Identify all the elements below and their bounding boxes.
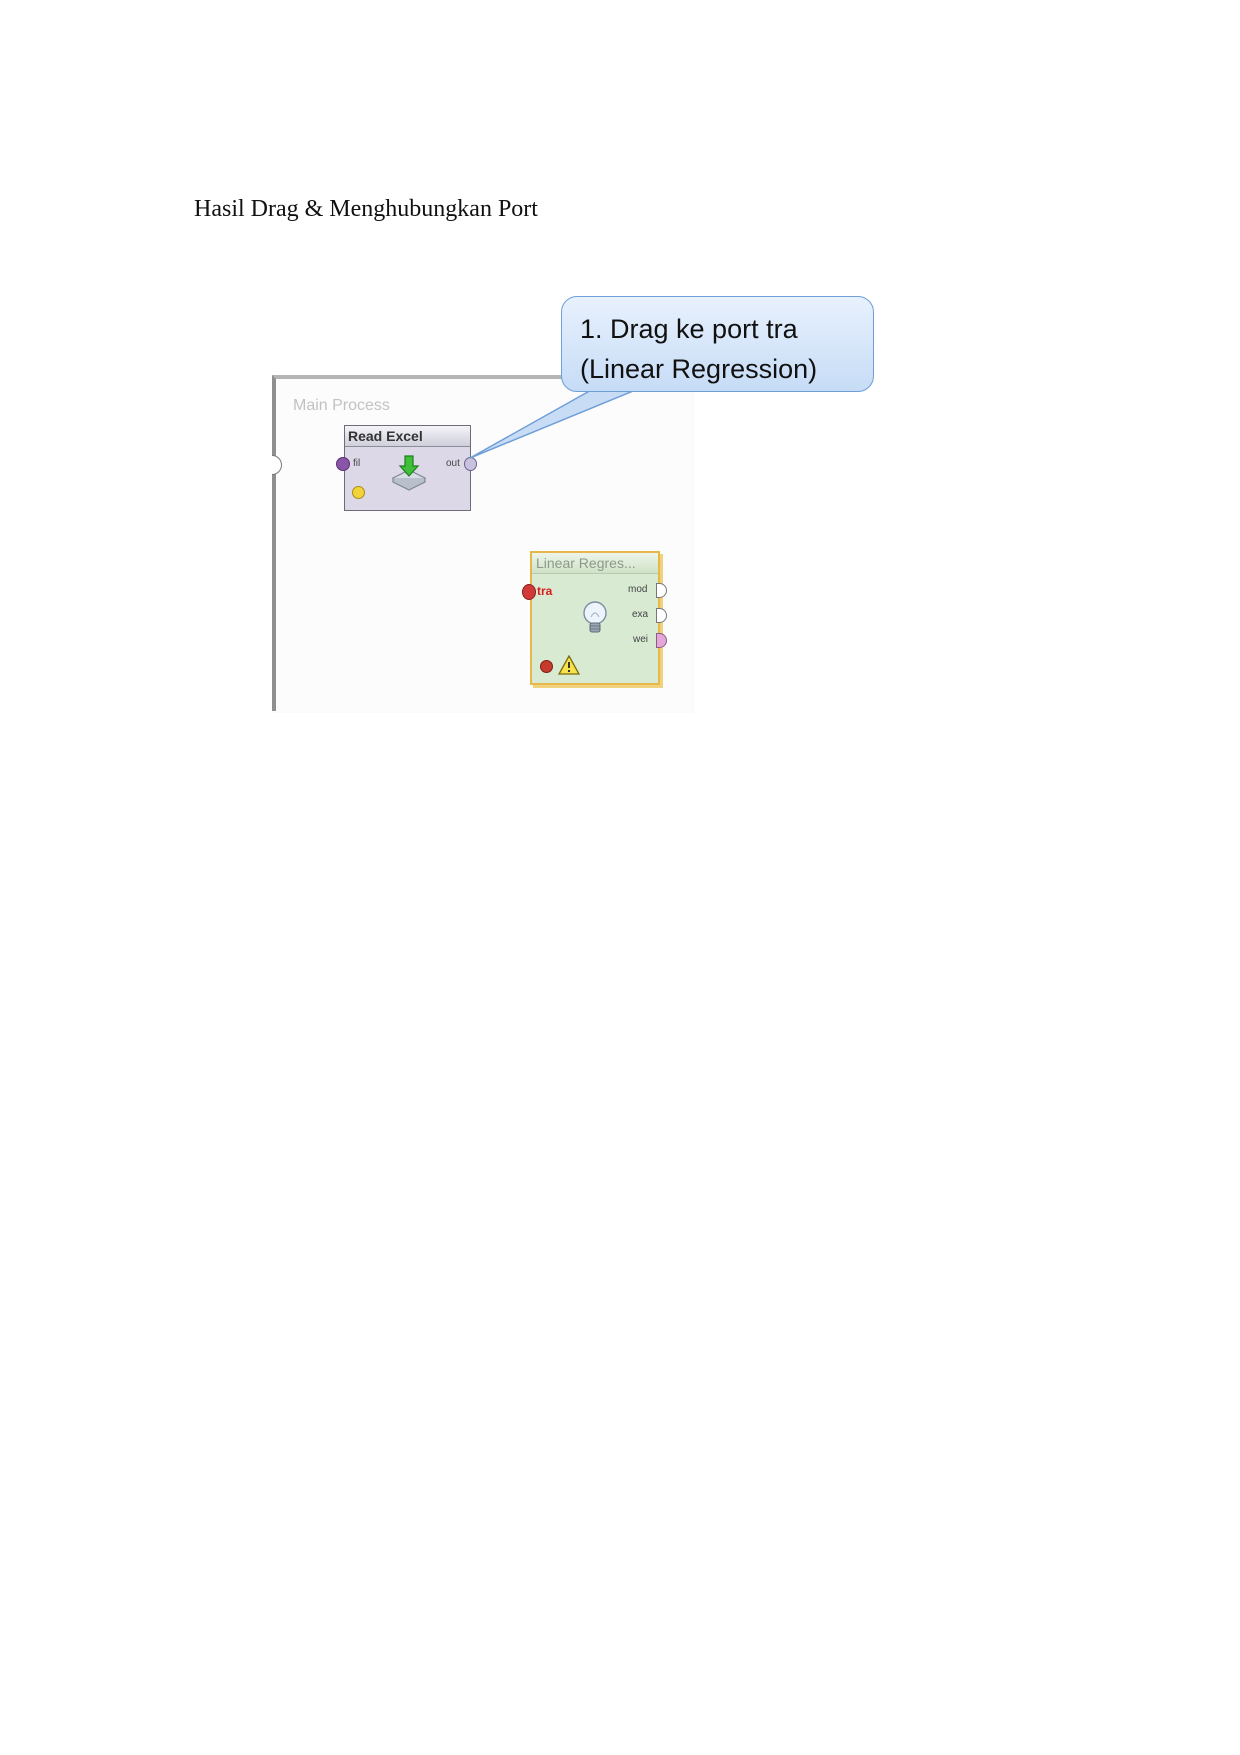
linear-regression-title: Linear Regres...	[532, 553, 658, 574]
tra-port-label: tra	[537, 584, 553, 598]
wei-port-label: wei	[633, 634, 649, 645]
callout-pointer	[469, 383, 651, 459]
linear-regression-tra-port[interactable]	[522, 584, 536, 600]
error-status-indicator	[540, 660, 553, 673]
linear-regression-wei-port[interactable]	[656, 633, 667, 648]
exa-port-label: exa	[632, 609, 649, 620]
instruction-callout: 1. Drag ke port tra (Linear Regression)	[561, 296, 874, 392]
callout-line-2: (Linear Regression)	[580, 354, 818, 384]
warning-icon	[558, 655, 580, 675]
linear-regression-operator[interactable]: Linear Regres... tra mod exa wei	[522, 551, 667, 685]
callout-line-1: 1. Drag ke port tra	[580, 314, 798, 344]
linear-regression-exa-port[interactable]	[656, 608, 667, 623]
lightbulb-icon	[583, 601, 607, 633]
linear-regression-mod-port[interactable]	[656, 583, 667, 598]
mod-port-label: mod	[628, 584, 648, 595]
